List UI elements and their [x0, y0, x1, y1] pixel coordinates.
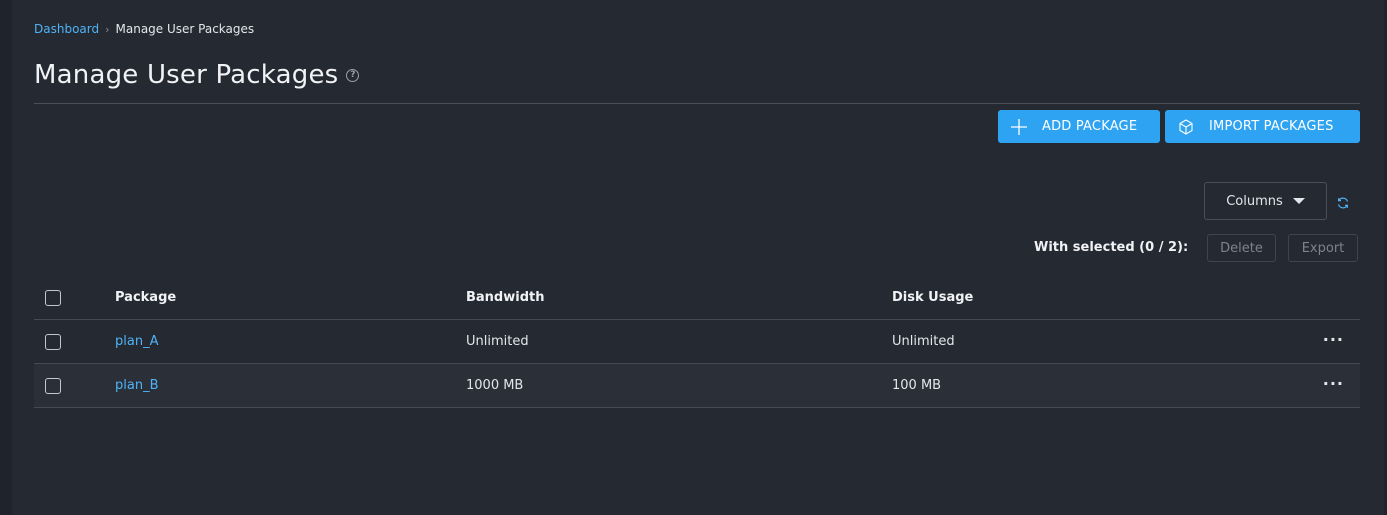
- plus-icon: [1010, 118, 1028, 136]
- breadcrumb-current: Manage User Packages: [115, 22, 255, 36]
- import-packages-label: IMPORT PACKAGES: [1209, 119, 1334, 134]
- row-actions-menu-icon[interactable]: ···: [1323, 330, 1344, 349]
- breadcrumb-separator: ›: [105, 22, 110, 36]
- main-panel: Dashboard › Manage User Packages Manage …: [12, 0, 1384, 515]
- table-row: plan_A Unlimited Unlimited ···: [34, 320, 1360, 364]
- table-row: plan_B 1000 MB 100 MB ···: [34, 364, 1360, 408]
- page-title: Manage User Packages: [34, 60, 339, 90]
- column-header-bandwidth[interactable]: Bandwidth: [466, 290, 892, 305]
- breadcrumb: Dashboard › Manage User Packages: [34, 22, 254, 36]
- export-button[interactable]: Export: [1288, 234, 1358, 262]
- bandwidth-cell: Unlimited: [466, 334, 529, 349]
- package-name-link[interactable]: plan_B: [115, 378, 159, 393]
- packages-table: Package Bandwidth Disk Usage plan_A Unli…: [34, 276, 1360, 408]
- column-header-disk-usage[interactable]: Disk Usage: [892, 290, 1302, 305]
- title-divider: [34, 103, 1360, 104]
- columns-label: Columns: [1226, 193, 1283, 209]
- package-name-link[interactable]: plan_A: [115, 334, 158, 349]
- delete-button[interactable]: Delete: [1207, 234, 1276, 262]
- help-icon[interactable]: ?: [346, 68, 360, 82]
- add-package-label: ADD PACKAGE: [1042, 119, 1138, 134]
- add-package-button[interactable]: ADD PACKAGE: [998, 110, 1160, 143]
- bandwidth-cell: 1000 MB: [466, 378, 524, 393]
- disk-usage-cell: 100 MB: [892, 378, 942, 393]
- row-checkbox[interactable]: [45, 333, 61, 350]
- with-selected-label: With selected (0 / 2):: [1034, 240, 1189, 255]
- caret-down-icon: [1292, 198, 1305, 204]
- row-checkbox[interactable]: [45, 377, 61, 394]
- table-header-row: Package Bandwidth Disk Usage: [34, 276, 1360, 320]
- column-header-package[interactable]: Package: [115, 290, 466, 305]
- import-packages-button[interactable]: IMPORT PACKAGES: [1165, 110, 1360, 143]
- refresh-icon[interactable]: [1336, 195, 1350, 209]
- row-actions-menu-icon[interactable]: ···: [1323, 374, 1344, 393]
- box-icon: [1177, 118, 1195, 136]
- select-all-checkbox[interactable]: [45, 289, 61, 306]
- title-row: Manage User Packages ?: [34, 60, 360, 90]
- breadcrumb-dashboard-link[interactable]: Dashboard: [34, 22, 99, 36]
- columns-dropdown[interactable]: Columns: [1204, 182, 1327, 220]
- disk-usage-cell: Unlimited: [892, 334, 955, 349]
